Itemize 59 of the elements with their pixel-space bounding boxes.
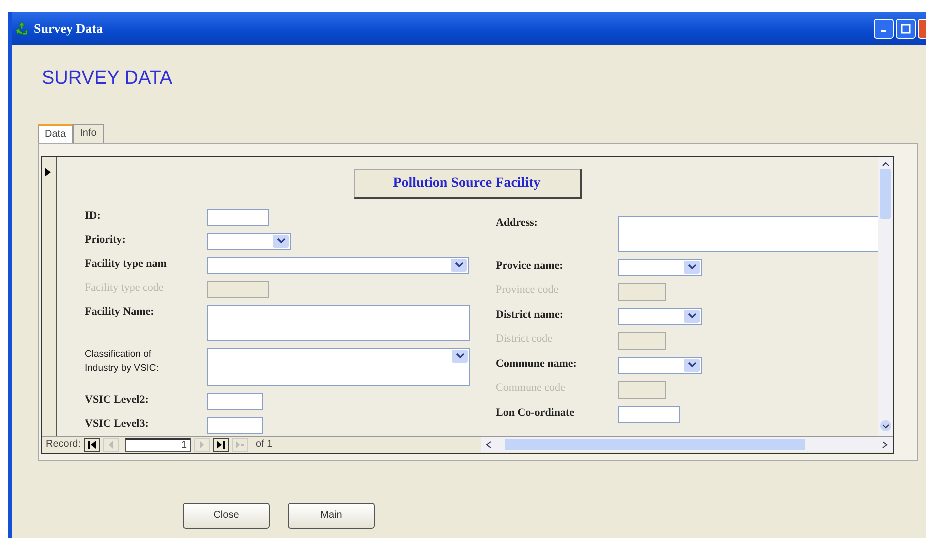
section-heading: Pollution Source Facility bbox=[354, 168, 582, 198]
input-field[interactable] bbox=[207, 392, 263, 410]
input-field[interactable] bbox=[618, 406, 680, 422]
new-record-icon bbox=[235, 440, 246, 448]
input-field[interactable] bbox=[207, 304, 470, 340]
input-field[interactable] bbox=[207, 416, 263, 434]
input-field[interactable] bbox=[618, 332, 666, 350]
field-label: Address: bbox=[496, 216, 539, 230]
record-count: of 1 bbox=[256, 438, 273, 452]
form-button[interactable]: Close bbox=[183, 502, 270, 528]
field-label: VSIC Level2: bbox=[85, 392, 150, 406]
minimize-button[interactable] bbox=[874, 18, 894, 38]
dropdown-field[interactable] bbox=[618, 308, 702, 324]
maximize-button[interactable] bbox=[896, 18, 916, 38]
last-icon bbox=[216, 440, 226, 448]
field-label: Classification of Industry by VSIC: bbox=[85, 348, 160, 376]
scroll-right-icon[interactable] bbox=[881, 440, 889, 448]
first-record-button[interactable] bbox=[84, 438, 100, 452]
field-label: Commune name: bbox=[496, 356, 578, 370]
next-icon bbox=[199, 440, 206, 448]
vertical-scrollbar[interactable] bbox=[878, 156, 893, 436]
close-button[interactable] bbox=[918, 18, 926, 38]
maximize-icon bbox=[901, 24, 911, 34]
form-button[interactable]: Main bbox=[288, 502, 375, 528]
scroll-down-icon[interactable] bbox=[880, 420, 892, 432]
record-number-field[interactable]: 1 bbox=[125, 438, 192, 452]
dropdown-field[interactable] bbox=[207, 232, 291, 250]
dropdown-field[interactable] bbox=[618, 356, 702, 374]
form-header: SURVEY DATA bbox=[42, 67, 173, 91]
field-label: District name: bbox=[496, 308, 565, 322]
last-record-button[interactable] bbox=[213, 438, 230, 452]
window-title: Survey Data bbox=[34, 20, 103, 38]
previous-icon bbox=[108, 440, 114, 448]
record-pointer-icon bbox=[45, 168, 51, 178]
horizontal-scrollbar[interactable] bbox=[481, 437, 893, 452]
scroll-up-icon[interactable] bbox=[882, 160, 890, 166]
scroll-thumb[interactable] bbox=[505, 439, 805, 450]
field-label: Facility Name: bbox=[85, 304, 156, 318]
recycle-icon bbox=[14, 20, 30, 36]
input-field[interactable] bbox=[618, 216, 878, 252]
dropdown-field[interactable] bbox=[618, 258, 702, 276]
list-field[interactable] bbox=[207, 348, 470, 386]
field-label: Lon Co-ordinate bbox=[496, 406, 576, 420]
scroll-left-icon[interactable] bbox=[485, 440, 493, 448]
record-label: Record: bbox=[46, 438, 82, 452]
input-field[interactable] bbox=[207, 208, 269, 226]
field-label: ID: bbox=[85, 208, 102, 222]
input-field[interactable] bbox=[618, 282, 666, 300]
input-field[interactable] bbox=[618, 380, 666, 398]
input-field[interactable] bbox=[207, 280, 269, 298]
dropdown-field[interactable] bbox=[207, 256, 469, 274]
field-label: Facility type nam bbox=[85, 256, 168, 270]
tab[interactable]: Data bbox=[38, 124, 74, 142]
field-label: Provice name: bbox=[496, 258, 564, 272]
tab[interactable]: Info bbox=[73, 124, 104, 142]
field-label: Priority: bbox=[85, 232, 127, 246]
field-label: VSIC Level3: bbox=[85, 416, 150, 430]
scroll-thumb[interactable] bbox=[880, 168, 891, 218]
first-icon bbox=[87, 440, 98, 448]
